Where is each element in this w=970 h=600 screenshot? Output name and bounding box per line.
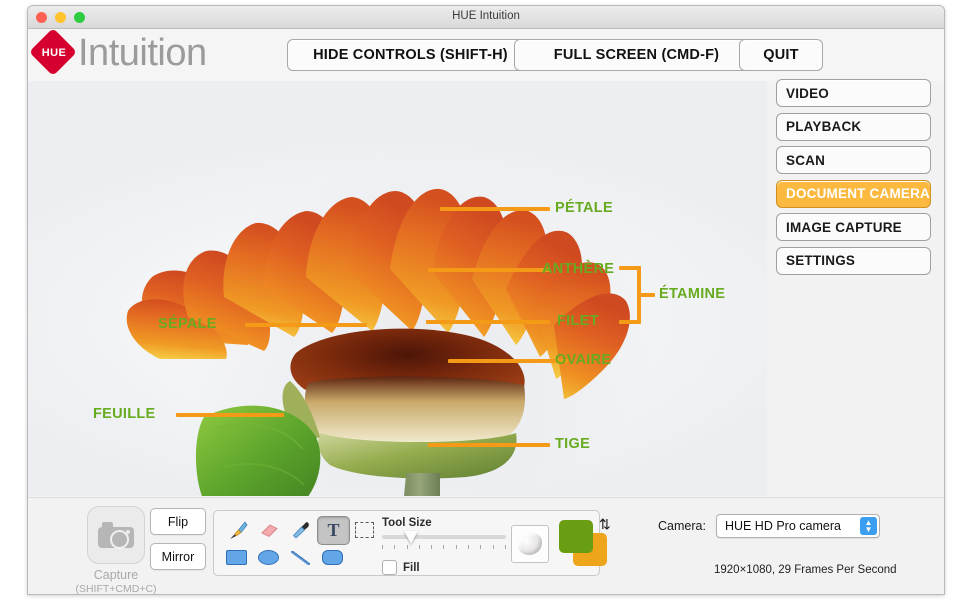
ellipse-icon bbox=[258, 550, 279, 565]
annotation-label-filet: FILET bbox=[557, 313, 599, 329]
mirror-button[interactable]: Mirror bbox=[150, 543, 206, 570]
quit-button[interactable]: QUIT bbox=[739, 39, 823, 71]
leader-line-filet bbox=[426, 320, 550, 324]
annotation-label-petale: PÉTALE bbox=[555, 200, 613, 216]
text-tool[interactable]: T bbox=[317, 516, 350, 545]
texture-button[interactable] bbox=[511, 525, 549, 563]
tool-size-slider[interactable] bbox=[382, 531, 506, 544]
flip-mirror-group: Flip Mirror bbox=[150, 508, 206, 578]
bottom-toolbar: Capture (SHIFT+CMD+C) Flip Mirror T Tool… bbox=[28, 497, 944, 594]
hue-logo-icon: HUE bbox=[28, 27, 78, 77]
line-icon bbox=[291, 550, 310, 565]
sidebar-item-video[interactable]: VIDEO bbox=[776, 79, 931, 107]
brush-tool[interactable] bbox=[221, 516, 252, 543]
window-titlebar: HUE Intuition bbox=[28, 6, 944, 29]
fill-checkbox[interactable] bbox=[382, 560, 397, 575]
leader-line-feuille bbox=[176, 413, 284, 417]
header-bar: HUE Intuition HIDE CONTROLS (SHIFT-H) FU… bbox=[28, 27, 944, 81]
ellipse-tool[interactable] bbox=[253, 544, 284, 571]
sidebar-item-playback[interactable]: PLAYBACK bbox=[776, 112, 931, 141]
brand-logo: HUE Intuition bbox=[28, 27, 207, 77]
swap-colors-icon[interactable]: ⇅ bbox=[599, 517, 611, 531]
camera-select[interactable]: HUE HD Pro camera ▲ ▼ bbox=[715, 514, 880, 538]
tool-size-group: Tool Size Fill bbox=[382, 517, 512, 575]
annotation-label-feuille: FEUILLE bbox=[93, 406, 156, 422]
text-T-icon: T bbox=[327, 520, 340, 540]
capture-button[interactable] bbox=[87, 506, 145, 564]
tool-palette: T bbox=[221, 516, 380, 571]
hide-controls-button[interactable]: HIDE CONTROLS (SHIFT-H) bbox=[287, 39, 534, 71]
sidebar-item-document-camera[interactable]: DOCUMENT CAMERA bbox=[776, 179, 931, 208]
tool-size-ticks bbox=[382, 545, 506, 550]
eraser-tool[interactable] bbox=[253, 516, 284, 543]
annotation-label-tige: TIGE bbox=[555, 436, 591, 452]
camera-select-value: HUE HD Pro camera bbox=[724, 519, 841, 533]
document-camera-canvas[interactable]: PÉTALE ANTHÈRE FILET ÉTAMINE SÉPALE OVAI… bbox=[28, 81, 767, 496]
rounded-rectangle-icon bbox=[322, 550, 343, 565]
annotation-label-sepale: SÉPALE bbox=[158, 316, 217, 332]
leader-line-sepale bbox=[245, 323, 367, 327]
eraser-icon bbox=[260, 523, 278, 537]
line-tool[interactable] bbox=[285, 544, 316, 571]
mode-sidebar: VIDEO PLAYBACK SCAN DOCUMENT CAMERA IMAG… bbox=[776, 79, 931, 280]
tool-size-label: Tool Size bbox=[382, 517, 432, 529]
annotation-label-anthere: ANTHÈRE bbox=[542, 261, 615, 277]
sidebar-item-image-capture[interactable]: IMAGE CAPTURE bbox=[776, 213, 931, 241]
leader-line-anthere bbox=[428, 268, 550, 272]
camera-selector-group: Camera: HUE HD Pro camera ▲ ▼ 1920×1080, … bbox=[658, 514, 908, 576]
rectangle-icon bbox=[226, 550, 247, 565]
texture-icon bbox=[518, 533, 542, 555]
eyedropper-icon bbox=[292, 521, 309, 539]
rectangle-tool[interactable] bbox=[221, 544, 252, 571]
paintbrush-icon bbox=[229, 520, 247, 539]
chevron-updown-icon[interactable]: ▲ ▼ bbox=[859, 516, 877, 535]
tool-size-slider-thumb[interactable] bbox=[404, 531, 418, 544]
capture-label: Capture bbox=[93, 568, 139, 582]
drawing-tool-panel: T Tool Size Fill ⇅ bbox=[213, 510, 611, 576]
camera-icon bbox=[98, 522, 134, 549]
camera-caption: Camera: bbox=[658, 519, 706, 533]
capture-group: Capture (SHIFT+CMD+C) bbox=[74, 506, 158, 595]
bracket-bottom-arm bbox=[619, 320, 641, 324]
fill-row: Fill bbox=[382, 560, 512, 575]
sidebar-item-scan[interactable]: SCAN bbox=[776, 146, 931, 174]
leader-line-ovaire bbox=[448, 359, 568, 363]
hue-badge-text: HUE bbox=[41, 47, 67, 59]
foreground-color-swatch[interactable] bbox=[559, 520, 593, 553]
camera-resolution-text: 1920×1080, 29 Frames Per Second bbox=[714, 564, 897, 576]
leader-line-tige bbox=[428, 443, 550, 447]
flower-illustration bbox=[126, 188, 630, 496]
app-root: HUE Intuition HUE Intuition HIDE CONTROL… bbox=[0, 0, 970, 600]
flip-button[interactable]: Flip bbox=[150, 508, 206, 535]
annotation-label-ovaire: OVAIRE bbox=[555, 352, 612, 368]
annotation-label-etamine: ÉTAMINE bbox=[659, 286, 726, 302]
fill-label: Fill bbox=[403, 561, 420, 574]
application-window: HUE Intuition HUE Intuition HIDE CONTROL… bbox=[27, 5, 945, 595]
eyedropper-tool[interactable] bbox=[285, 516, 316, 543]
marquee-icon bbox=[355, 521, 374, 538]
sidebar-item-settings[interactable]: SETTINGS bbox=[776, 246, 931, 275]
capture-shortcut: (SHIFT+CMD+C) bbox=[75, 583, 157, 595]
camera-photo: PÉTALE ANTHÈRE FILET ÉTAMINE SÉPALE OVAI… bbox=[28, 81, 767, 496]
rounded-rectangle-tool[interactable] bbox=[317, 544, 348, 571]
leader-line-petale bbox=[440, 207, 550, 211]
bracket-stem bbox=[637, 293, 655, 297]
window-title: HUE Intuition bbox=[452, 10, 520, 22]
brand-name: Intuition bbox=[78, 32, 207, 74]
full-screen-button[interactable]: FULL SCREEN (CMD-F) bbox=[514, 39, 759, 71]
select-tool[interactable] bbox=[349, 516, 380, 543]
color-swatches: ⇅ bbox=[559, 517, 611, 566]
